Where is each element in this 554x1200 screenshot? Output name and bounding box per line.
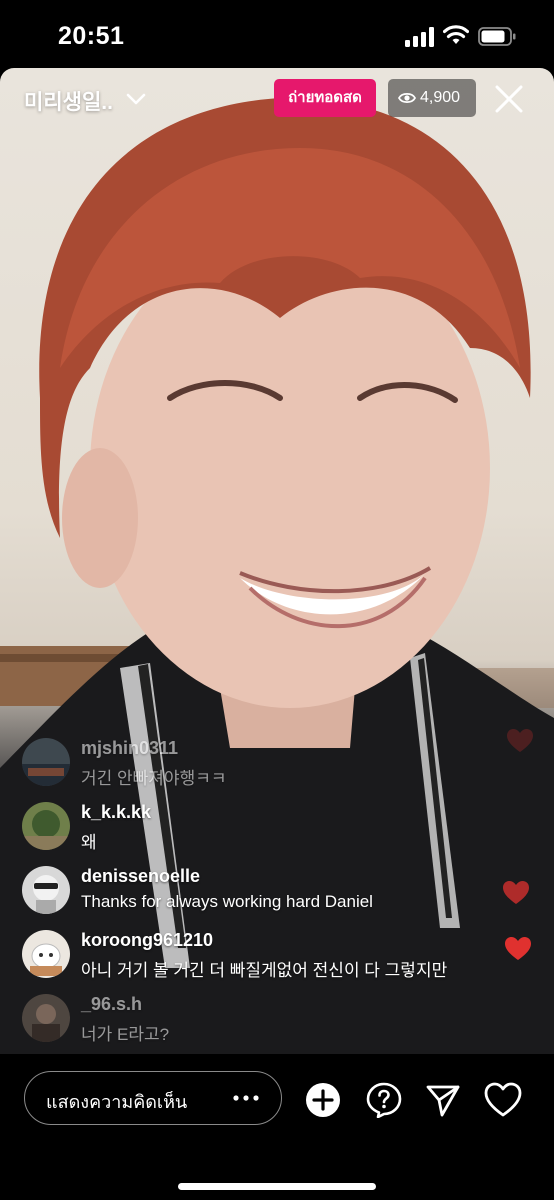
comment-placeholder: แสดงความคิดเห็น bbox=[46, 1092, 188, 1112]
comment-username[interactable]: _96.s.h bbox=[81, 994, 142, 1015]
status-time: 20:51 bbox=[58, 22, 125, 50]
comment-item: denissenoelle Thanks for always working … bbox=[22, 864, 522, 920]
cellular-signal-icon bbox=[405, 27, 434, 47]
viewer-count: 4,900 bbox=[420, 89, 461, 106]
comment-text: 왜 bbox=[81, 833, 97, 852]
comment-item: _96.s.h 너가 E라고? bbox=[22, 992, 522, 1048]
comment-text: 아니 거기 볼 거긴 더 빠질게없어 전신이 다 그렇지만 bbox=[81, 961, 448, 980]
comment-username[interactable]: mjshin0311 bbox=[81, 738, 178, 759]
comment-item: mjshin0311 거긴 안빠져야행ㅋㅋ bbox=[22, 736, 522, 792]
more-icon[interactable] bbox=[233, 1095, 259, 1101]
channel-name[interactable]: 미리생일.. bbox=[24, 86, 113, 116]
status-bar: 20:51 bbox=[0, 0, 554, 68]
comment-item: k_k.k.kk 왜 bbox=[22, 800, 522, 856]
wifi-icon bbox=[443, 25, 469, 44]
close-icon[interactable] bbox=[494, 84, 524, 114]
avatar[interactable] bbox=[22, 930, 70, 978]
avatar[interactable] bbox=[22, 866, 70, 914]
viewer-count-badge[interactable]: 4,900 bbox=[388, 79, 476, 117]
floating-heart-icon bbox=[503, 881, 529, 904]
home-indicator[interactable] bbox=[178, 1183, 376, 1190]
avatar[interactable] bbox=[22, 802, 70, 850]
comment-text: 너가 E라고? bbox=[81, 1025, 170, 1044]
comment-username[interactable]: k_k.k.kk bbox=[81, 802, 151, 823]
comment-input[interactable]: แสดงความคิดเห็น bbox=[24, 1071, 282, 1125]
avatar[interactable] bbox=[22, 994, 70, 1042]
floating-heart-icon bbox=[507, 729, 533, 752]
eye-icon bbox=[398, 92, 416, 104]
battery-icon bbox=[478, 27, 516, 46]
comment-item: koroong961210 아니 거기 볼 거긴 더 빠질게없어 전신이 다 그… bbox=[22, 928, 522, 984]
avatar[interactable] bbox=[22, 738, 70, 786]
floating-heart-icon bbox=[505, 937, 531, 960]
comment-username[interactable]: denissenoelle bbox=[81, 866, 200, 887]
bottom-action-bar: แสดงความคิดเห็น bbox=[0, 1054, 554, 1200]
comment-text: Thanks for always working hard Daniel bbox=[81, 892, 373, 911]
chevron-down-icon[interactable] bbox=[125, 88, 147, 110]
heart-icon[interactable] bbox=[484, 1082, 522, 1118]
live-badge: ถ่ายทอดสด bbox=[274, 79, 376, 117]
send-icon[interactable] bbox=[425, 1082, 461, 1118]
comment-username[interactable]: koroong961210 bbox=[81, 930, 213, 951]
question-icon[interactable] bbox=[366, 1082, 402, 1118]
add-icon[interactable] bbox=[305, 1082, 341, 1118]
comment-text: 거긴 안빠져야행ㅋㅋ bbox=[81, 769, 227, 788]
